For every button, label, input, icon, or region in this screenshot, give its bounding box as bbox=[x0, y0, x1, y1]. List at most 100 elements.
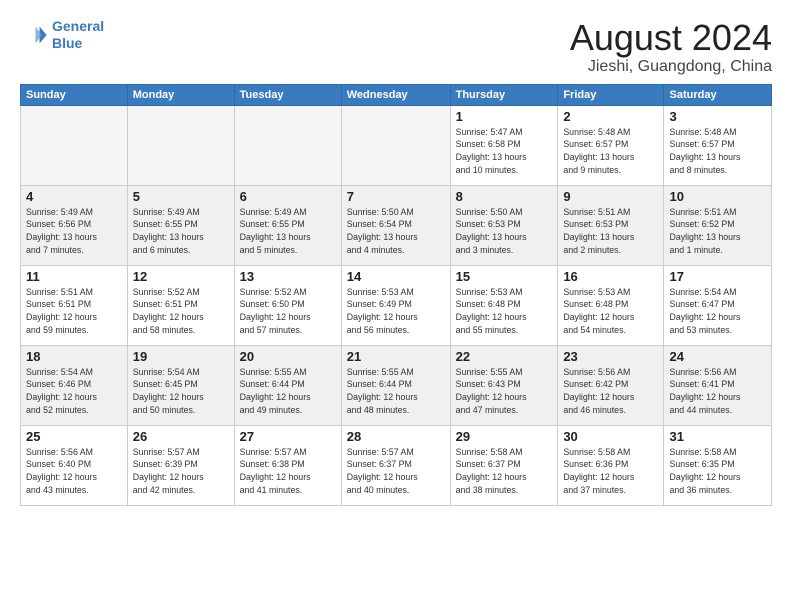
month-title: August 2024 bbox=[570, 18, 772, 58]
calendar-cell: 12Sunrise: 5:52 AM Sunset: 6:51 PM Dayli… bbox=[127, 265, 234, 345]
day-number: 20 bbox=[240, 349, 336, 364]
calendar-week-row: 1 Sunrise: 5:47 AM Sunset: 6:58 PM Daylig… bbox=[21, 105, 772, 185]
day-info: Sunrise: 5:53 AM Sunset: 6:48 PM Dayligh… bbox=[563, 286, 658, 337]
day-info: Sunrise: 5:57 AM Sunset: 6:37 PM Dayligh… bbox=[347, 446, 445, 497]
logo-text: General Blue bbox=[52, 18, 104, 52]
location: Jieshi, Guangdong, China bbox=[570, 58, 772, 76]
day-number: 25 bbox=[26, 429, 122, 444]
calendar-cell: 8Sunrise: 5:50 AM Sunset: 6:53 PM Daylig… bbox=[450, 185, 558, 265]
day-info: Sunrise: 5:54 AM Sunset: 6:46 PM Dayligh… bbox=[26, 366, 122, 417]
calendar-cell: 1 Sunrise: 5:47 AM Sunset: 6:58 PM Daylig… bbox=[450, 105, 558, 185]
day-number: 22 bbox=[456, 349, 553, 364]
calendar-cell: 17 Sunrise: 5:54 AM Sunset: 6:47 PM Dayli… bbox=[664, 265, 772, 345]
day-info: Sunrise: 5:57 AM Sunset: 6:39 PM Dayligh… bbox=[133, 446, 229, 497]
day-number: 24 bbox=[669, 349, 766, 364]
day-info: Sunrise: 5:50 AM Sunset: 6:54 PM Dayligh… bbox=[347, 206, 445, 257]
day-number: 11 bbox=[26, 269, 122, 284]
calendar-cell: 27 Sunrise: 5:57 AM Sunset: 6:38 PM Dayli… bbox=[234, 425, 341, 505]
day-number: 23 bbox=[563, 349, 658, 364]
calendar-week-row: 4 Sunrise: 5:49 AM Sunset: 6:56 PM Daylig… bbox=[21, 185, 772, 265]
day-info: Sunrise: 5:49 AM Sunset: 6:56 PM Dayligh… bbox=[26, 206, 122, 257]
calendar-cell: 30Sunrise: 5:58 AM Sunset: 6:36 PM Dayli… bbox=[558, 425, 664, 505]
day-number: 15 bbox=[456, 269, 553, 284]
day-info: Sunrise: 5:54 AM Sunset: 6:45 PM Dayligh… bbox=[133, 366, 229, 417]
day-info: Sunrise: 5:48 AM Sunset: 6:57 PM Dayligh… bbox=[563, 126, 658, 177]
title-block: August 2024 Jieshi, Guangdong, China bbox=[570, 18, 772, 76]
day-number: 17 bbox=[669, 269, 766, 284]
day-number: 4 bbox=[26, 189, 122, 204]
day-info: Sunrise: 5:52 AM Sunset: 6:51 PM Dayligh… bbox=[133, 286, 229, 337]
day-info: Sunrise: 5:58 AM Sunset: 6:36 PM Dayligh… bbox=[563, 446, 658, 497]
day-number: 26 bbox=[133, 429, 229, 444]
col-sunday: Sunday bbox=[21, 84, 128, 105]
calendar-cell: 16 Sunrise: 5:53 AM Sunset: 6:48 PM Dayli… bbox=[558, 265, 664, 345]
day-number: 7 bbox=[347, 189, 445, 204]
calendar-cell: 13 Sunrise: 5:52 AM Sunset: 6:50 PM Dayli… bbox=[234, 265, 341, 345]
calendar-cell: 7 Sunrise: 5:50 AM Sunset: 6:54 PM Daylig… bbox=[341, 185, 450, 265]
day-info: Sunrise: 5:48 AM Sunset: 6:57 PM Dayligh… bbox=[669, 126, 766, 177]
logo: General Blue bbox=[20, 18, 104, 52]
day-number: 18 bbox=[26, 349, 122, 364]
col-tuesday: Tuesday bbox=[234, 84, 341, 105]
day-info: Sunrise: 5:51 AM Sunset: 6:53 PM Dayligh… bbox=[563, 206, 658, 257]
day-number: 28 bbox=[347, 429, 445, 444]
col-friday: Friday bbox=[558, 84, 664, 105]
day-number: 1 bbox=[456, 109, 553, 124]
calendar-cell: 18 Sunrise: 5:54 AM Sunset: 6:46 PM Dayli… bbox=[21, 345, 128, 425]
day-info: Sunrise: 5:53 AM Sunset: 6:48 PM Dayligh… bbox=[456, 286, 553, 337]
calendar-cell: 31 Sunrise: 5:58 AM Sunset: 6:35 PM Dayli… bbox=[664, 425, 772, 505]
day-info: Sunrise: 5:55 AM Sunset: 6:44 PM Dayligh… bbox=[347, 366, 445, 417]
col-saturday: Saturday bbox=[664, 84, 772, 105]
calendar-cell: 21 Sunrise: 5:55 AM Sunset: 6:44 PM Dayli… bbox=[341, 345, 450, 425]
calendar-cell bbox=[341, 105, 450, 185]
col-wednesday: Wednesday bbox=[341, 84, 450, 105]
day-info: Sunrise: 5:58 AM Sunset: 6:37 PM Dayligh… bbox=[456, 446, 553, 497]
day-info: Sunrise: 5:49 AM Sunset: 6:55 PM Dayligh… bbox=[240, 206, 336, 257]
day-info: Sunrise: 5:56 AM Sunset: 6:42 PM Dayligh… bbox=[563, 366, 658, 417]
day-number: 27 bbox=[240, 429, 336, 444]
day-number: 29 bbox=[456, 429, 553, 444]
day-info: Sunrise: 5:51 AM Sunset: 6:52 PM Dayligh… bbox=[669, 206, 766, 257]
day-info: Sunrise: 5:55 AM Sunset: 6:43 PM Dayligh… bbox=[456, 366, 553, 417]
day-number: 21 bbox=[347, 349, 445, 364]
calendar-cell: 6 Sunrise: 5:49 AM Sunset: 6:55 PM Daylig… bbox=[234, 185, 341, 265]
calendar-week-row: 18 Sunrise: 5:54 AM Sunset: 6:46 PM Dayli… bbox=[21, 345, 772, 425]
calendar-cell: 3Sunrise: 5:48 AM Sunset: 6:57 PM Daylig… bbox=[664, 105, 772, 185]
calendar-cell: 9Sunrise: 5:51 AM Sunset: 6:53 PM Daylig… bbox=[558, 185, 664, 265]
day-number: 5 bbox=[133, 189, 229, 204]
day-info: Sunrise: 5:47 AM Sunset: 6:58 PM Dayligh… bbox=[456, 126, 553, 177]
day-number: 14 bbox=[347, 269, 445, 284]
calendar-week-row: 25Sunrise: 5:56 AM Sunset: 6:40 PM Dayli… bbox=[21, 425, 772, 505]
day-info: Sunrise: 5:51 AM Sunset: 6:51 PM Dayligh… bbox=[26, 286, 122, 337]
calendar-cell: 11 Sunrise: 5:51 AM Sunset: 6:51 PM Dayli… bbox=[21, 265, 128, 345]
day-info: Sunrise: 5:58 AM Sunset: 6:35 PM Dayligh… bbox=[669, 446, 766, 497]
logo-icon bbox=[20, 21, 48, 49]
calendar-week-row: 11 Sunrise: 5:51 AM Sunset: 6:51 PM Dayli… bbox=[21, 265, 772, 345]
calendar-cell bbox=[21, 105, 128, 185]
calendar: Sunday Monday Tuesday Wednesday Thursday… bbox=[20, 84, 772, 506]
day-number: 6 bbox=[240, 189, 336, 204]
day-info: Sunrise: 5:56 AM Sunset: 6:41 PM Dayligh… bbox=[669, 366, 766, 417]
calendar-cell: 14Sunrise: 5:53 AM Sunset: 6:49 PM Dayli… bbox=[341, 265, 450, 345]
calendar-cell: 10 Sunrise: 5:51 AM Sunset: 6:52 PM Dayli… bbox=[664, 185, 772, 265]
day-number: 2 bbox=[563, 109, 658, 124]
day-number: 31 bbox=[669, 429, 766, 444]
day-number: 13 bbox=[240, 269, 336, 284]
calendar-cell: 24 Sunrise: 5:56 AM Sunset: 6:41 PM Dayli… bbox=[664, 345, 772, 425]
calendar-cell: 29 Sunrise: 5:58 AM Sunset: 6:37 PM Dayli… bbox=[450, 425, 558, 505]
day-info: Sunrise: 5:54 AM Sunset: 6:47 PM Dayligh… bbox=[669, 286, 766, 337]
calendar-cell: 25Sunrise: 5:56 AM Sunset: 6:40 PM Dayli… bbox=[21, 425, 128, 505]
page: General Blue August 2024 Jieshi, Guangdo… bbox=[0, 0, 792, 516]
calendar-cell: 5 Sunrise: 5:49 AM Sunset: 6:55 PM Daylig… bbox=[127, 185, 234, 265]
day-info: Sunrise: 5:49 AM Sunset: 6:55 PM Dayligh… bbox=[133, 206, 229, 257]
calendar-cell: 2 Sunrise: 5:48 AM Sunset: 6:57 PM Daylig… bbox=[558, 105, 664, 185]
day-info: Sunrise: 5:52 AM Sunset: 6:50 PM Dayligh… bbox=[240, 286, 336, 337]
day-number: 16 bbox=[563, 269, 658, 284]
calendar-cell: 4 Sunrise: 5:49 AM Sunset: 6:56 PM Daylig… bbox=[21, 185, 128, 265]
col-thursday: Thursday bbox=[450, 84, 558, 105]
calendar-header-row: Sunday Monday Tuesday Wednesday Thursday… bbox=[21, 84, 772, 105]
day-info: Sunrise: 5:57 AM Sunset: 6:38 PM Dayligh… bbox=[240, 446, 336, 497]
calendar-cell: 20Sunrise: 5:55 AM Sunset: 6:44 PM Dayli… bbox=[234, 345, 341, 425]
day-number: 10 bbox=[669, 189, 766, 204]
day-number: 8 bbox=[456, 189, 553, 204]
